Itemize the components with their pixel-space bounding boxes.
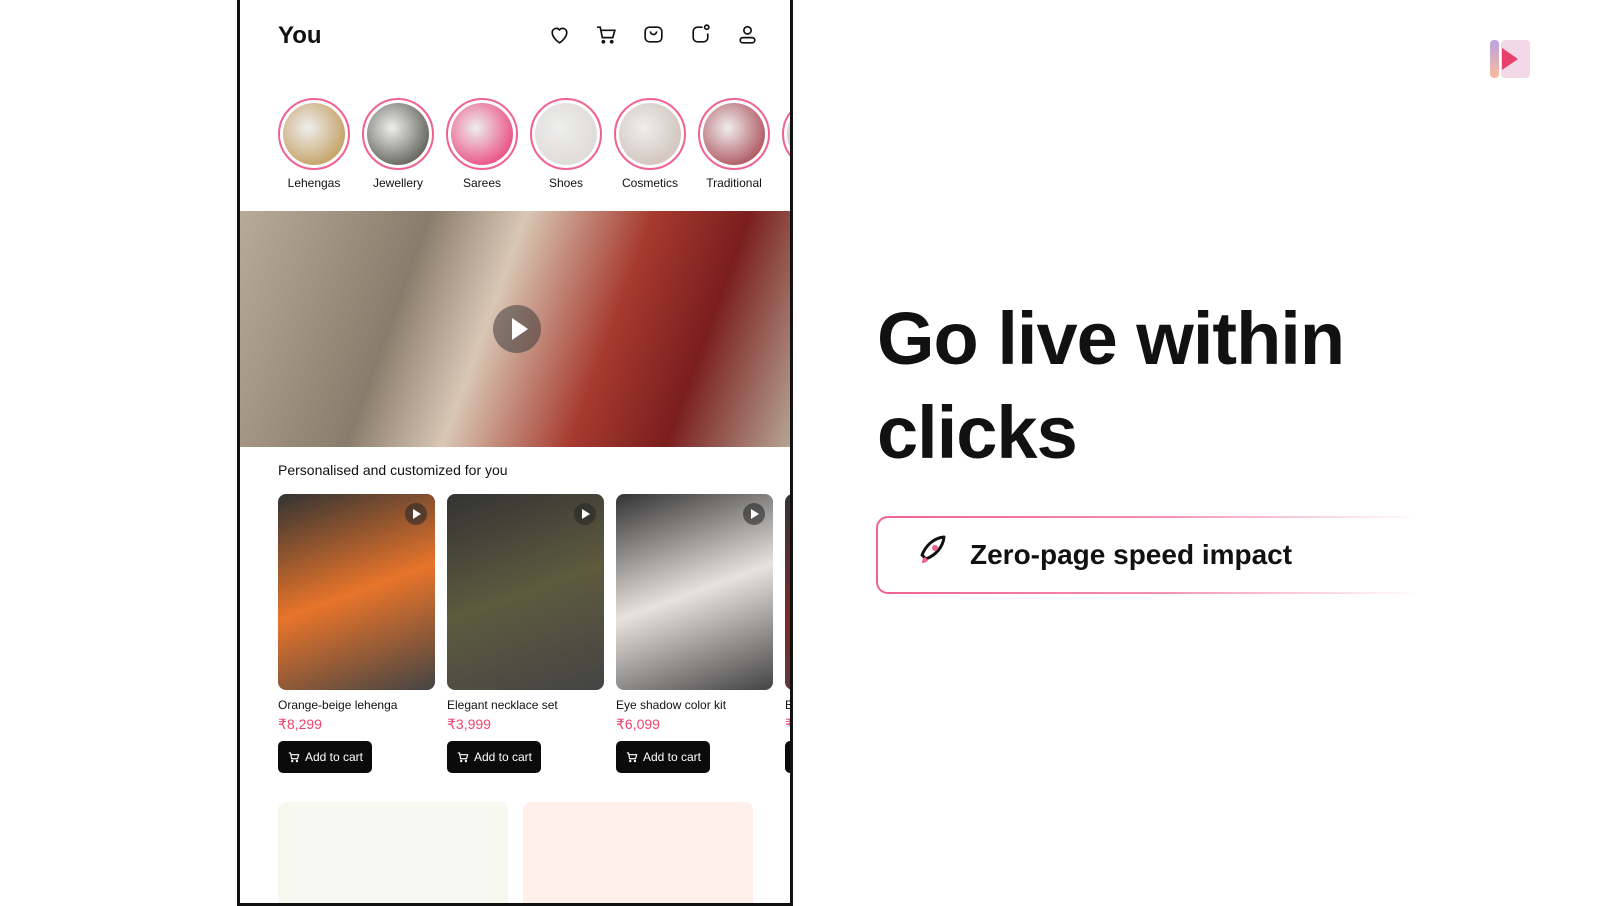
add-to-cart-button[interactable]: Add to cart — [447, 741, 541, 773]
category-image — [619, 103, 681, 165]
category-stories: Lehengas Jewellery Sarees Shoes Cosmetics Tra… — [278, 98, 790, 190]
product-image[interactable] — [785, 494, 790, 690]
category-ring — [782, 98, 790, 170]
category-jewellery[interactable]: Jewellery — [362, 98, 434, 190]
product-card[interactable]: Elegant necklace set ₹3,999 Add to cart — [447, 494, 604, 773]
headline: Go live within clicks — [877, 292, 1437, 480]
category-image — [703, 103, 765, 165]
product-price: ₹6,099 — [616, 716, 660, 732]
category-ring — [614, 98, 686, 170]
product-image[interactable] — [616, 494, 773, 690]
category-image — [367, 103, 429, 165]
promo-tile[interactable] — [523, 802, 753, 903]
product-image[interactable] — [278, 494, 435, 690]
add-to-cart-label: Add to cart — [473, 750, 533, 764]
brand-logo — [1490, 40, 1530, 78]
product-price: ₹3,999 — [447, 716, 491, 732]
category-traditional[interactable]: Traditional — [698, 98, 770, 190]
hero-video[interactable] — [240, 211, 790, 447]
category-label: Shoes — [548, 176, 584, 190]
cart-icon — [457, 752, 469, 763]
product-price: ₹8,299 — [278, 716, 322, 732]
category-image — [787, 103, 790, 165]
cart-icon[interactable] — [594, 22, 619, 47]
product-card[interactable]: Eye shadow color kit ₹6,099 Add to cart — [616, 494, 773, 773]
cart-icon — [288, 752, 300, 763]
rocket-icon — [912, 533, 952, 578]
category-w[interactable]: W — [782, 98, 790, 190]
feature-text: Zero-page speed impact — [970, 539, 1293, 570]
feature-badge: Zero-page speed impact — [876, 516, 1436, 594]
category-sarees[interactable]: Sarees — [446, 98, 518, 190]
add-to-cart-label: Add to cart — [642, 750, 702, 764]
category-label: Lehengas — [287, 176, 341, 190]
product-image[interactable] — [447, 494, 604, 690]
product-name: B — [785, 698, 793, 712]
phone-preview: You Lehengas Jewellery Sarees Shoes Cosmetic… — [237, 0, 793, 906]
category-shoes[interactable]: Shoes — [530, 98, 602, 190]
category-label: Sarees — [462, 176, 502, 190]
product-carousel: Orange-beige lehenga ₹8,299 Add to cart … — [278, 494, 793, 773]
product-name: Elegant necklace set — [447, 698, 558, 712]
category-lehengas[interactable]: Lehengas — [278, 98, 350, 190]
play-icon[interactable] — [574, 503, 596, 525]
category-ring — [278, 98, 350, 170]
product-card[interactable]: Orange-beige lehenga ₹8,299 Add to cart — [278, 494, 435, 773]
category-label: Cosmetics — [621, 176, 678, 190]
category-ring — [698, 98, 770, 170]
category-image — [451, 103, 513, 165]
product-card[interactable]: B ₹ — [785, 494, 793, 773]
add-to-cart-button[interactable]: Add to cart — [616, 741, 710, 773]
add-to-cart-button[interactable] — [785, 741, 790, 773]
notification-icon[interactable] — [688, 22, 713, 47]
category-label: W — [782, 176, 790, 190]
page-title: You — [278, 22, 322, 49]
category-label: Jewellery — [372, 176, 423, 190]
bag-icon[interactable] — [641, 22, 666, 47]
headline-text: Go live within clicks — [877, 297, 1345, 474]
header-actions — [547, 22, 760, 47]
category-label: Traditional — [706, 176, 762, 190]
user-icon[interactable] — [735, 22, 760, 47]
category-image — [283, 103, 345, 165]
play-icon[interactable] — [493, 305, 541, 353]
category-cosmetics[interactable]: Cosmetics — [614, 98, 686, 190]
play-icon[interactable] — [743, 503, 765, 525]
heart-icon[interactable] — [547, 22, 572, 47]
promo-tile[interactable] — [278, 802, 508, 903]
play-icon[interactable] — [405, 503, 427, 525]
category-ring — [362, 98, 434, 170]
add-to-cart-button[interactable]: Add to cart — [278, 741, 372, 773]
product-price: ₹ — [785, 716, 790, 733]
category-ring — [446, 98, 518, 170]
product-name: Eye shadow color kit — [616, 698, 727, 712]
add-to-cart-label: Add to cart — [304, 750, 364, 764]
category-ring — [530, 98, 602, 170]
product-name: Orange-beige lehenga — [278, 698, 398, 712]
section-title: Personalised and customized for you — [278, 462, 508, 478]
category-image — [535, 103, 597, 165]
cart-icon — [626, 752, 638, 763]
